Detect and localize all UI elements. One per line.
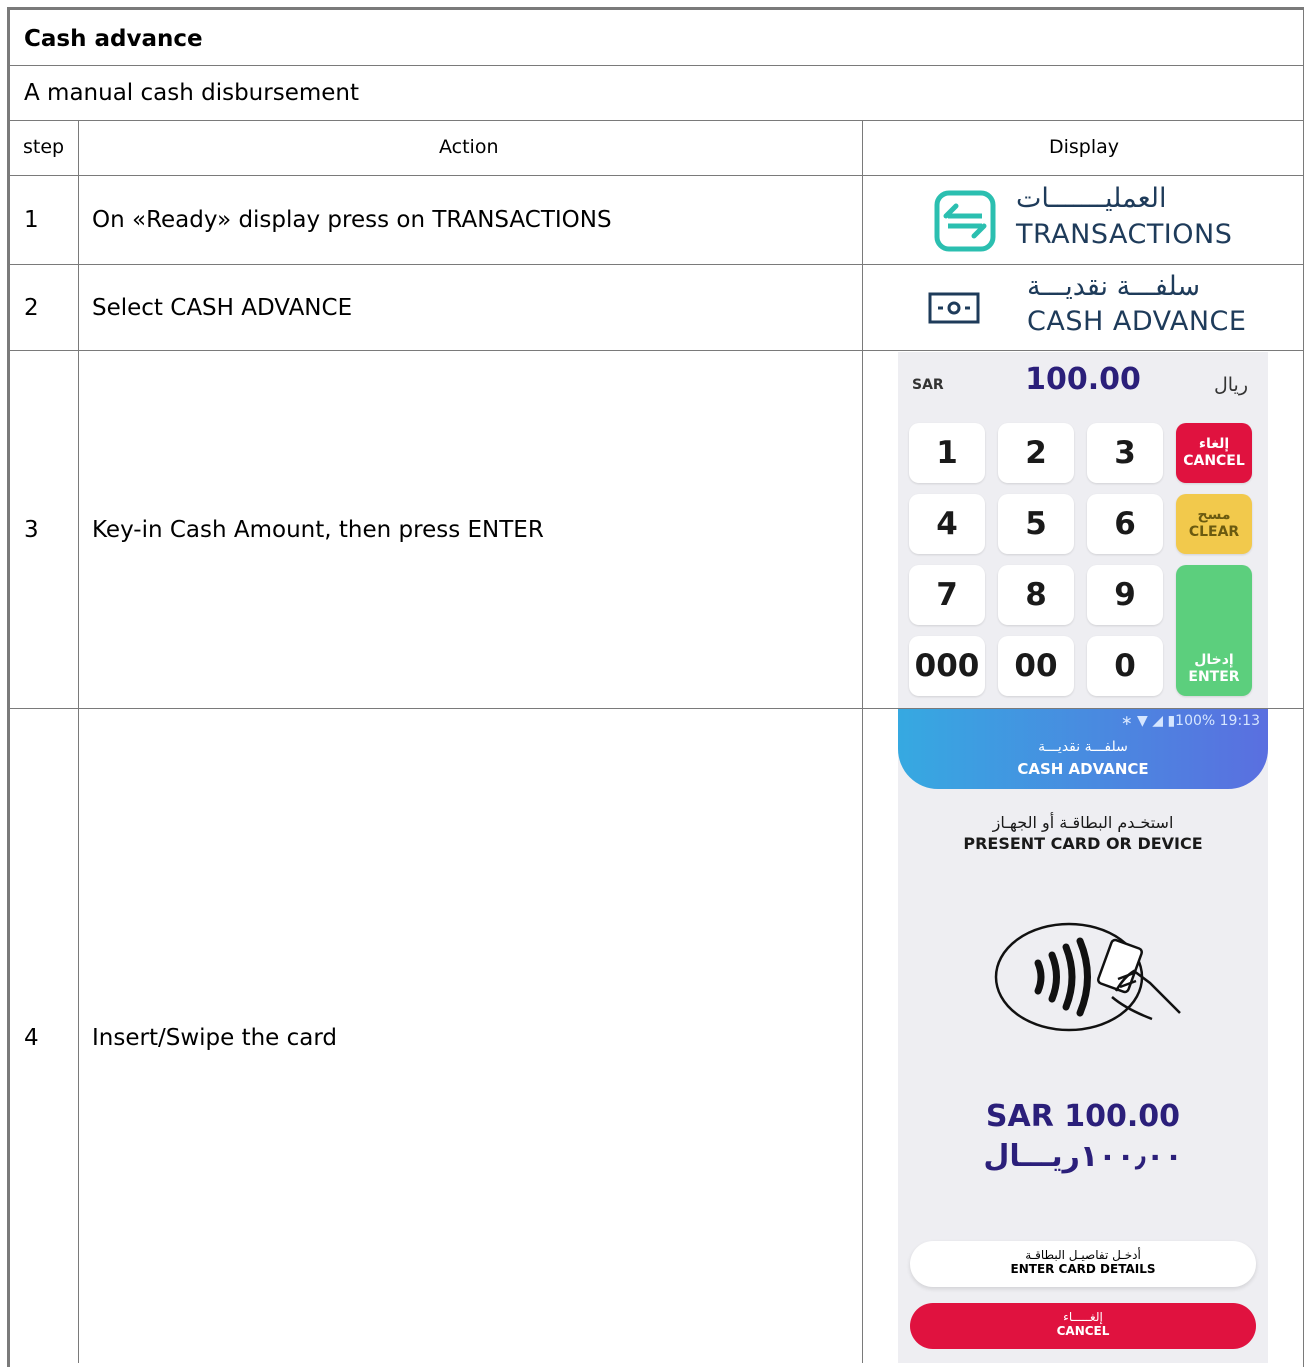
clear-button[interactable]: مسح CLEAR (1176, 494, 1252, 554)
key-5[interactable]: 5 (998, 494, 1074, 554)
key-00[interactable]: 00 (998, 636, 1074, 696)
clear-label-ar: مسح (1197, 507, 1231, 523)
title-row (9, 10, 1304, 66)
document-page: Cash advance A manual cash disbursement … (0, 0, 1305, 1367)
cancel-button[interactable]: إلغـــــاء CANCEL (910, 1303, 1256, 1349)
screen-title-ar: سلفـــة نقديـــة (1038, 739, 1128, 755)
cancel-label-en: CANCEL (1056, 1324, 1110, 1338)
header-step: step (23, 136, 65, 158)
details-label-en: ENTER CARD DETAILS (1010, 1262, 1156, 1276)
enter-card-details-button[interactable]: أدخـل تفاصيـل البطاقـة ENTER CARD DETAIL… (910, 1241, 1256, 1287)
amount-display: 100.00 (1025, 362, 1141, 397)
transactions-label-en: TRANSACTIONS (1016, 219, 1233, 250)
cancel-button[interactable]: إلغاء CANCEL (1176, 423, 1252, 483)
contactless-icon (994, 921, 1184, 1033)
cancel-label-ar: إلغـــــاء (1063, 1310, 1103, 1324)
key-6[interactable]: 6 (1087, 494, 1163, 554)
enter-label-ar: إدخال (1194, 652, 1234, 668)
present-card-ar: استخـدم البطاقـة أو الجهـاز (992, 813, 1174, 832)
key-1[interactable]: 1 (909, 423, 985, 483)
currency-arabic: ريال (1213, 374, 1248, 396)
key-8[interactable]: 8 (998, 565, 1074, 625)
step-number: 2 (24, 295, 39, 321)
column-divider (78, 121, 79, 1363)
cancel-label-ar: إلغاء (1198, 436, 1230, 452)
screen-title-en: CASH ADVANCE (1017, 760, 1149, 778)
details-label-ar: أدخـل تفاصيـل البطاقـة (1025, 1248, 1141, 1262)
amount-en: SAR 100.00 (985, 1099, 1181, 1134)
document-title: Cash advance (24, 26, 203, 52)
step-number: 1 (24, 207, 39, 233)
cash-icon (928, 291, 980, 325)
transactions-label-ar: العمليـــــــات (1016, 183, 1167, 214)
key-0[interactable]: 0 (1087, 636, 1163, 696)
step-action: On «Ready» display press on TRANSACTIONS (92, 207, 612, 233)
header-action: Action (439, 136, 499, 158)
step-action: Insert/Swipe the card (92, 1025, 338, 1051)
key-3[interactable]: 3 (1087, 423, 1163, 483)
key-2[interactable]: 2 (998, 423, 1074, 483)
amount-ar: ١٠٠٫٠٠ريـــال (983, 1139, 1183, 1174)
key-7[interactable]: 7 (909, 565, 985, 625)
card-prompt-screen: ∗ ▼ ◢ ▮100% 19:13 سلفـــة نقديـــة CASH … (898, 709, 1268, 1363)
key-000[interactable]: 000 (909, 636, 985, 696)
column-divider (862, 121, 863, 1363)
step-action: Select CASH ADVANCE (92, 295, 353, 321)
screen-header: ∗ ▼ ◢ ▮100% 19:13 سلفـــة نقديـــة CASH … (898, 709, 1268, 789)
step-number: 3 (24, 517, 39, 543)
step-number: 4 (24, 1025, 39, 1051)
present-card-en: PRESENT CARD OR DEVICE (963, 834, 1203, 853)
document-subtitle: A manual cash disbursement (24, 80, 359, 106)
enter-label-en: ENTER (1188, 669, 1240, 685)
enter-button[interactable]: إدخال ENTER (1176, 565, 1252, 696)
key-9[interactable]: 9 (1087, 565, 1163, 625)
key-4[interactable]: 4 (909, 494, 985, 554)
clear-label-en: CLEAR (1188, 524, 1240, 540)
status-bar: ∗ ▼ ◢ ▮100% 19:13 (1120, 713, 1260, 729)
cash-advance-label-en: CASH ADVANCE (1027, 306, 1247, 337)
transactions-icon (934, 190, 996, 252)
cancel-label-en: CANCEL (1183, 453, 1245, 469)
amount-keypad-screen: SAR 100.00 ريال 1 2 3 إلغاء CANCEL 4 5 6… (898, 352, 1268, 708)
header-display: Display (1049, 136, 1120, 158)
step-action: Key-in Cash Amount, then press ENTER (92, 517, 544, 543)
cash-advance-label-ar: سلفـــة نقديـــة (1027, 271, 1201, 302)
